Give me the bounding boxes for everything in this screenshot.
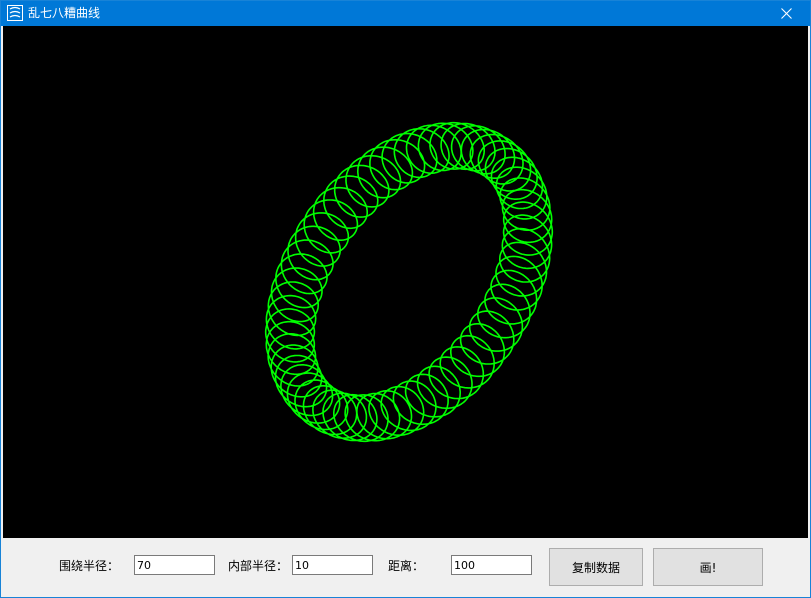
curve-plot [264, 121, 554, 443]
outer-radius-input[interactable] [134, 555, 215, 575]
outer-radius-label: 围绕半径： [59, 559, 120, 573]
close-icon [781, 8, 792, 19]
distance-input[interactable] [451, 555, 532, 575]
title-bar[interactable]: 乱七八糟曲线 [1, 1, 810, 26]
control-panel: 围绕半径： 内部半径： 距离： 复制数据 画! [1, 538, 810, 597]
copy-data-button[interactable]: 复制数据 [549, 548, 643, 586]
close-button[interactable] [764, 1, 810, 26]
app-window: 乱七八糟曲线 围绕半径： 内部半径： 距离： 复制数据 画! [0, 0, 811, 598]
draw-button[interactable]: 画! [653, 548, 763, 586]
drawing-canvas [3, 26, 808, 538]
app-icon [7, 5, 23, 21]
inner-radius-label: 内部半径： [228, 559, 289, 573]
inner-radius-input[interactable] [292, 555, 373, 575]
window-title: 乱七八糟曲线 [28, 6, 101, 20]
spirograph-curve [264, 121, 554, 443]
distance-label: 距离： [388, 559, 425, 573]
